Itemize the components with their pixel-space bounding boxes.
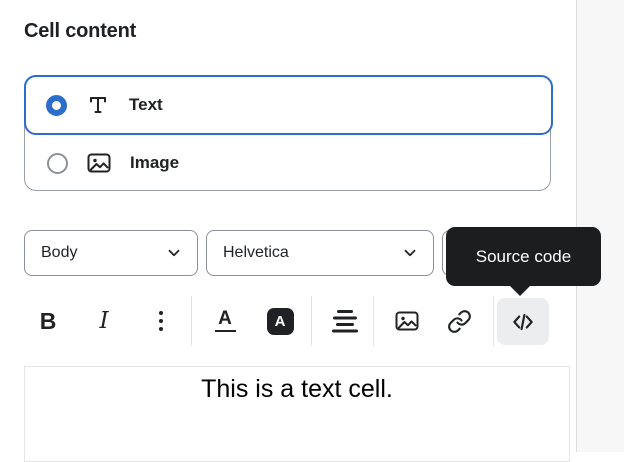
paragraph-style-select[interactable]: Body bbox=[24, 230, 198, 276]
insert-image-icon bbox=[394, 308, 420, 334]
chevron-down-icon bbox=[165, 244, 183, 262]
text-color-button[interactable]: A bbox=[206, 299, 244, 343]
font-family-value: Helvetica bbox=[223, 244, 289, 262]
italic-button[interactable]: I bbox=[86, 299, 122, 343]
formatting-toolbar: B I A A bbox=[0, 296, 576, 346]
toolbar-divider bbox=[373, 296, 374, 346]
source-code-icon bbox=[509, 309, 537, 335]
panel-right-gutter bbox=[576, 0, 624, 452]
choice-label-text: Text bbox=[129, 95, 163, 115]
source-code-button[interactable] bbox=[497, 298, 549, 345]
tooltip-arrow bbox=[510, 286, 530, 296]
highlight-color-button[interactable]: A bbox=[260, 299, 300, 343]
paragraph-style-value: Body bbox=[41, 244, 77, 262]
more-options-button[interactable] bbox=[144, 299, 178, 343]
text-color-icon: A bbox=[215, 310, 236, 332]
tooltip-label: Source code bbox=[476, 247, 571, 267]
align-center-icon bbox=[332, 310, 358, 333]
chevron-down-icon bbox=[401, 244, 419, 262]
choice-option-text[interactable]: Text bbox=[24, 75, 553, 135]
text-cell-editor[interactable]: This is a text cell. bbox=[24, 366, 570, 462]
kebab-menu-icon bbox=[157, 310, 165, 332]
cell-content-panel: Cell content Image bbox=[0, 0, 624, 452]
radio-text[interactable] bbox=[46, 95, 67, 116]
source-code-tooltip: Source code bbox=[446, 227, 601, 286]
toolbar-divider bbox=[493, 296, 494, 346]
text-type-icon bbox=[85, 92, 111, 118]
link-icon bbox=[447, 309, 472, 334]
text-cell-content: This is a text cell. bbox=[25, 367, 569, 405]
choice-label-image: Image bbox=[130, 153, 179, 173]
align-center-button[interactable] bbox=[326, 299, 364, 343]
toolbar-divider bbox=[311, 296, 312, 346]
insert-link-button[interactable] bbox=[439, 299, 479, 343]
highlight-color-icon: A bbox=[267, 308, 294, 335]
cell-content-choice-list: Image Text bbox=[24, 75, 551, 191]
radio-image[interactable] bbox=[47, 153, 68, 174]
image-icon bbox=[86, 150, 112, 176]
font-family-select[interactable]: Helvetica bbox=[206, 230, 434, 276]
choice-option-image[interactable]: Image bbox=[25, 135, 550, 191]
italic-icon: I bbox=[99, 308, 108, 334]
bold-icon: B bbox=[40, 308, 57, 335]
insert-image-button[interactable] bbox=[387, 299, 427, 343]
toolbar-divider bbox=[191, 296, 192, 346]
panel-heading: Cell content bbox=[24, 18, 136, 44]
bold-button[interactable]: B bbox=[30, 299, 66, 343]
